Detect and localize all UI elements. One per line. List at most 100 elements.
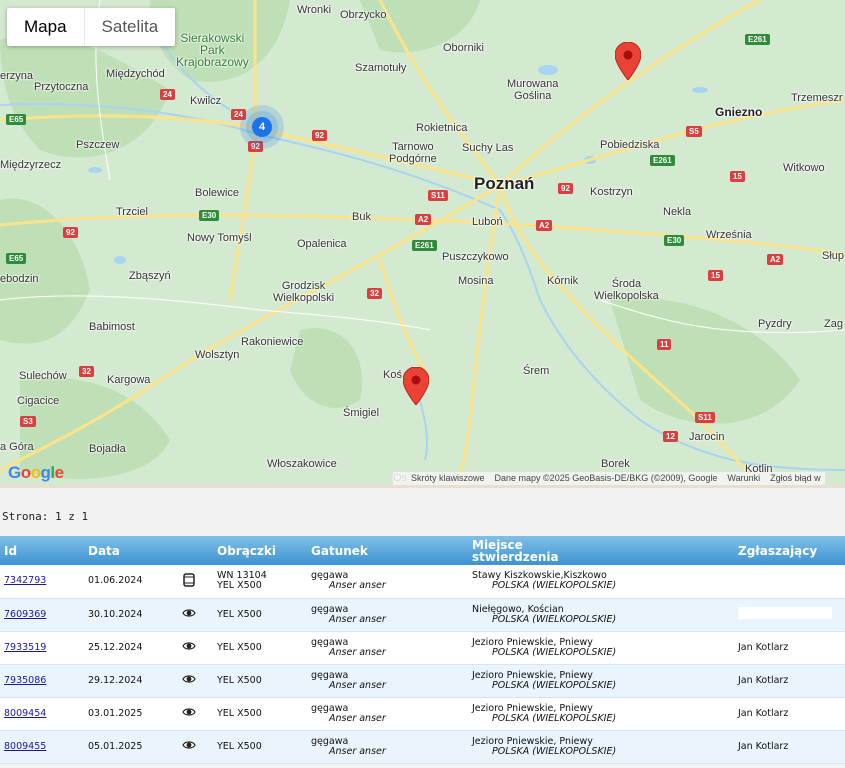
cell-id: 8009454 [0, 697, 84, 730]
place-label: Suchy Las [462, 142, 514, 154]
species-latin: Anser anser [329, 580, 386, 592]
map-tab-satelita[interactable]: Satelita [83, 8, 176, 46]
road-shield: 15 [708, 270, 723, 281]
eye-icon [182, 707, 196, 719]
record-id-link[interactable]: 8009455 [4, 741, 46, 752]
cell-rings: YEL X500 [213, 664, 307, 697]
column-header-id[interactable]: Id [0, 536, 84, 565]
species-latin: Anser anser [329, 646, 386, 658]
place-label: Obrzycko [340, 9, 387, 21]
ring-code: YEL X500 [217, 674, 262, 686]
column-header-place[interactable]: Miejsce stwierdzenia [468, 536, 734, 565]
cell-id: 7609369 [0, 598, 84, 631]
map-pin-marker[interactable] [615, 42, 641, 80]
place-label: Murowana Goślina [507, 78, 559, 102]
place-label: Pszczew [76, 139, 120, 151]
place-label: Środa Wielkopolska [594, 278, 659, 302]
eye-icon [182, 740, 196, 752]
map-tab-mapa[interactable]: Mapa [7, 8, 84, 46]
place-label: Puszczykowo [442, 251, 509, 263]
column-header-reporter[interactable]: Zgłaszający [734, 536, 845, 565]
cell-date: 25.12.2024 [88, 641, 143, 653]
road-shield: 12 [663, 431, 678, 442]
cell-place: Jezioro Pniewskie, Pniewy POLSKA (WIELKOP… [468, 697, 734, 730]
device-icon [182, 573, 196, 587]
place-label: Kórnik [547, 275, 579, 287]
record-id-link[interactable]: 7342793 [4, 575, 46, 586]
road-shield: 15 [730, 171, 745, 182]
keyboard-shortcuts-link[interactable]: Skróty klawiszowe [411, 472, 485, 485]
road-shield: S11 [428, 190, 448, 201]
cell-type [178, 730, 213, 763]
cell-id: 7933519 [0, 631, 84, 664]
record-id-link[interactable]: 7609369 [4, 609, 46, 620]
road-shield: E30 [664, 235, 685, 246]
marker-cluster[interactable]: 4 [240, 105, 284, 149]
road-shield: 92 [63, 227, 78, 238]
species-name: gęgawa [311, 603, 349, 615]
cell-species: gęgawa Anser anser [307, 697, 468, 730]
species-latin: Anser anser [329, 613, 386, 625]
record-id-link[interactable]: 8009454 [4, 708, 46, 719]
ring-code: YEL X500 [217, 740, 262, 752]
place-label: Gniezno [715, 105, 763, 119]
place-country: POLSKA (WIELKOPOLSKIE) [492, 646, 617, 658]
cluster-count: 4 [252, 117, 272, 137]
column-header-species[interactable]: Gatunek [307, 536, 468, 565]
place-name: Jezioro Pniewskie, Pniewy [472, 636, 593, 648]
column-header-rings[interactable]: Obrączki [213, 536, 307, 565]
road-shield: 32 [79, 366, 94, 377]
cell-species: gęgawa Anser anser [307, 565, 468, 598]
record-id-link[interactable]: 7935086 [4, 675, 46, 686]
google-logo: Google [8, 463, 64, 482]
place-label: Trzemeszr [791, 92, 843, 104]
place-label: Rakoniewice [241, 336, 304, 348]
place-label: ebodzin [0, 273, 39, 285]
cell-date: 01.06.2024 [88, 575, 143, 587]
reporter-name: Jan Kotlarz [738, 740, 789, 752]
place-label: Babimost [89, 321, 135, 333]
column-header-date[interactable]: Data [84, 536, 178, 565]
road-shield: A2 [415, 214, 432, 225]
cell-id: 7342793 [0, 565, 84, 598]
terms-link[interactable]: Warunki [727, 472, 760, 485]
road-shield: 92 [558, 183, 573, 194]
report-error-link[interactable]: Zgłoś błąd w [770, 472, 821, 485]
road-shield: E261 [745, 34, 770, 45]
place-label: Wronki [297, 4, 332, 16]
place-label: Buk [352, 211, 371, 223]
road-shield: 92 [312, 130, 327, 141]
table-header-row: Id Data Obrączki Gatunek Miejsce stwierd… [0, 536, 845, 565]
cell-date: 29.12.2024 [88, 674, 143, 686]
table-row: 7933519 25.12.2024 YEL X500 gęgawa Anser ans… [0, 631, 845, 664]
map-pin-marker[interactable] [403, 367, 429, 405]
map-view[interactable]: Wronki Obrzycko Sierakowski Park Krajobr… [0, 0, 845, 485]
cell-place: Stawy Kiszkowskie,Kiszkowo POLSKA (WIELKO… [468, 565, 734, 598]
place-label: Mosina [458, 275, 494, 287]
cell-rings: YEL X500 [213, 697, 307, 730]
record-id-link[interactable]: 7933519 [4, 642, 46, 653]
ring-code: YEL X500 [217, 608, 262, 620]
place-label: Września [706, 229, 752, 241]
place-name: Niełęgowo, Kościan [472, 603, 564, 615]
cell-type [178, 565, 213, 598]
reporter-name: Jan Kotlarz [738, 674, 789, 686]
place-name: Jezioro Pniewskie, Pniewy [472, 702, 593, 714]
place-label: Trzciel [116, 206, 148, 218]
road-shield: S11 [695, 412, 715, 423]
place-label: Słup [822, 250, 845, 262]
place-label: Nowy Tomyśl [187, 232, 252, 244]
table-row: 8009455 05.01.2025 YEL X500 gęgawa Anser ans… [0, 730, 845, 763]
place-label: Kargowa [107, 374, 151, 386]
road-shield: 32 [367, 288, 382, 299]
cell-species: gęgawa Anser anser [307, 598, 468, 631]
cell-id: 8009455 [0, 730, 84, 763]
place-label: Sulechów [19, 370, 67, 382]
place-label: Witkowo [783, 162, 825, 174]
place-label: Opalenica [297, 238, 347, 250]
ring-code: YEL X500 [217, 641, 262, 653]
species-name: gęgawa [311, 636, 349, 648]
map-type-control: Mapa Satelita [7, 8, 176, 46]
cell-place: Jezioro Pniewskie, Pniewy POLSKA (WIELKOP… [468, 664, 734, 697]
place-country: POLSKA (WIELKOPOLSKIE) [492, 613, 617, 625]
